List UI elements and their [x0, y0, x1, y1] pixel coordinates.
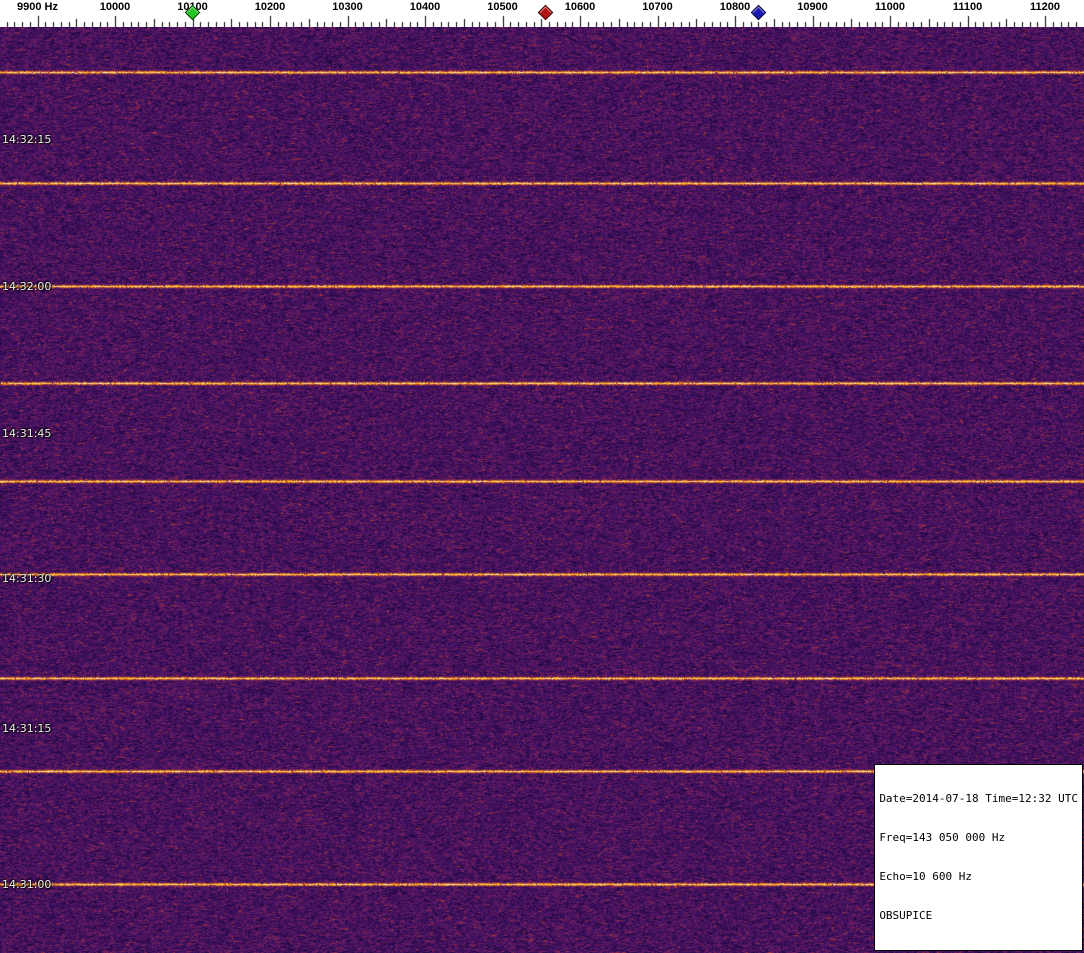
- info-line-echo: Echo=10 600 Hz: [879, 870, 973, 883]
- info-line-station: OBSUPICE: [879, 909, 933, 922]
- freq-tick-label: 11200: [1030, 1, 1060, 13]
- freq-tick-label: 10300: [332, 1, 363, 13]
- info-box: Date=2014-07-18 Time=12:32 UTC Freq=143 …: [874, 764, 1083, 951]
- time-label: 14:31:30: [2, 572, 52, 585]
- freq-tick-label: 10700: [642, 1, 673, 13]
- spectrogram-window: 9900 Hz100001010010200103001040010500106…: [0, 0, 1084, 953]
- freq-tick-label: 10900: [797, 1, 828, 13]
- time-label: 14:31:45: [2, 427, 52, 440]
- freq-tick-label: 10800: [719, 1, 751, 13]
- info-line-date-time: Date=2014-07-18 Time=12:32 UTC: [879, 792, 1078, 805]
- time-label: 14:32:00: [2, 280, 52, 293]
- freq-tick-label: 11100: [952, 1, 983, 13]
- freq-tick-label: 10600: [564, 1, 596, 13]
- time-label: 14:31:00: [2, 878, 52, 891]
- time-label: 14:31:15: [2, 722, 52, 735]
- freq-tick-label: 10000: [99, 1, 131, 13]
- freq-tick-label: 11000: [875, 1, 905, 13]
- waterfall-display[interactable]: -100 dB -50 0 Date=2014-07-18 Time=12:32…: [0, 27, 1084, 953]
- freq-tick-label: 10500: [487, 1, 518, 13]
- freq-tick-label: 9900 Hz: [17, 1, 58, 13]
- frequency-ruler[interactable]: 9900 Hz100001010010200103001040010500106…: [0, 0, 1084, 27]
- info-line-frequency: Freq=143 050 000 Hz: [879, 831, 1006, 844]
- time-label: 14:32:15: [2, 133, 52, 146]
- freq-tick-label: 10400: [409, 1, 441, 13]
- freq-tick-label: 10200: [254, 1, 286, 13]
